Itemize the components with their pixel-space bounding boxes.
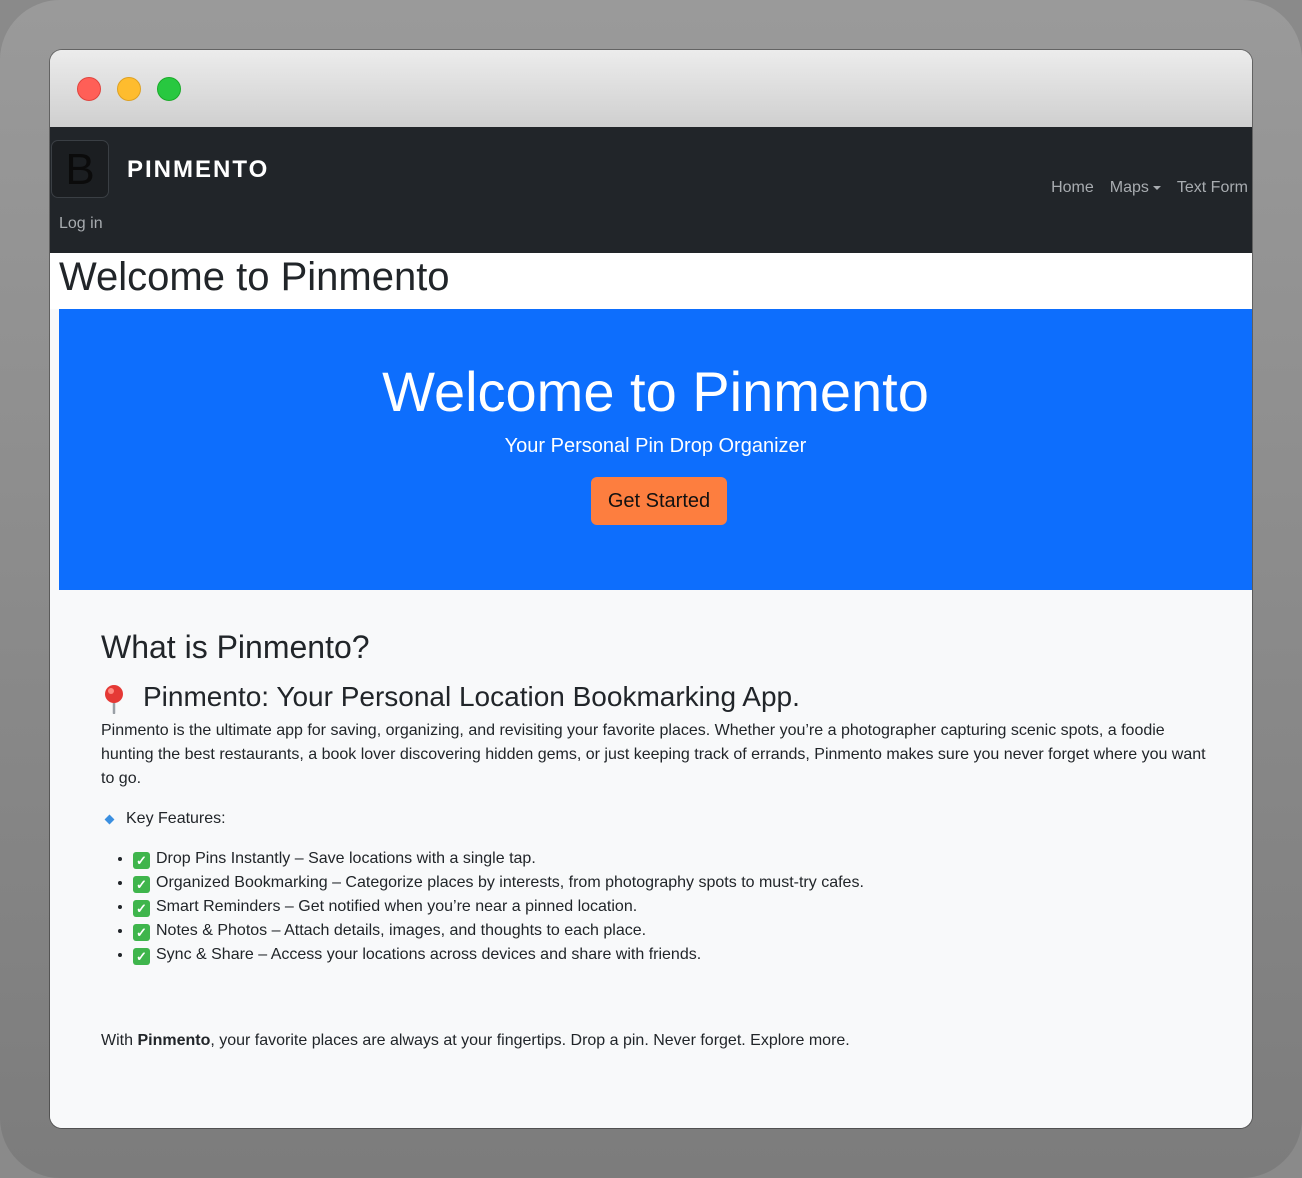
page-title-bar: Welcome to Pinmento [50,253,1252,309]
features-label-row: Key Features: [101,807,1212,831]
about-description: Pinmento is the ultimate app for saving,… [101,722,1206,787]
small-blue-diamond-icon [104,814,115,824]
list-item: ✓ Drop Pins Instantly – Save locations wi… [133,847,1212,871]
feature-text: Sync & Share – Access your locations acr… [156,946,702,963]
main-content: Welcome to Pinmento Welcome to Pinmento … [50,253,1252,1128]
check-mark-button-icon: ✓ [133,924,150,941]
nav-home-link[interactable]: Home [1043,179,1102,197]
nav-maps-label: Maps [1109,179,1149,196]
closing-brand: Pinmento [137,1032,211,1049]
feature-text: Smart Reminders – Get notified when you’… [156,898,638,915]
about-heading: What is Pinmento? [101,629,370,665]
maximize-window-button[interactable] [157,77,181,101]
features-label: Key Features: [126,810,226,827]
browser-window: B PINMENTO Home Maps Text Form Log in We… [50,50,1252,1128]
check-mark-button-icon: ✓ [133,948,150,965]
brand-logo-letter: B [65,145,95,194]
check-mark-button-icon: ✓ [133,876,150,893]
list-item: ✓ Smart Reminders – Get notified when you… [133,895,1212,919]
close-window-button[interactable] [77,77,101,101]
hero-banner: Welcome to Pinmento Your Personal Pin Dr… [59,309,1252,590]
hero-title: Welcome to Pinmento [382,360,929,423]
window-titlebar [50,50,1252,128]
feature-text: Drop Pins Instantly – Save locations wit… [156,850,536,867]
check-mark-button-icon: ✓ [133,852,150,869]
feature-text: Organized Bookmarking – Categorize place… [156,874,864,891]
navbar: B PINMENTO Home Maps Text Form Log in [50,127,1252,253]
about-section: What is Pinmento? Pinmento: Your Persona… [101,629,1212,1049]
closing-prefix: With [101,1032,138,1049]
about-subheading: Pinmento: Your Personal Location Bookmar… [143,681,800,712]
login-link[interactable]: Log in [59,215,103,233]
nav-maps-dropdown[interactable]: Maps [1102,179,1169,197]
list-item: ✓ Notes & Photos – Attach details, images… [133,919,1212,943]
features-list: ✓ Drop Pins Instantly – Save locations wi… [101,847,1212,967]
list-item: ✓ Sync & Share – Access your locations ac… [133,943,1212,967]
check-mark-button-icon: ✓ [133,900,150,917]
brand-name[interactable]: PINMENTO [127,156,269,184]
feature-text: Notes & Photos – Attach details, images,… [156,922,647,939]
get-started-button[interactable]: Get Started [591,477,727,525]
page-title: Welcome to Pinmento [59,255,450,299]
closing-text: With Pinmento, your favorite places are … [101,1029,850,1053]
nav-links: Home Maps Text Form [1043,179,1248,197]
nav-text-form-label: Text Form [1176,179,1248,196]
nav-text-form-link[interactable]: Text Form [1169,179,1248,197]
nav-home-label: Home [1051,179,1094,196]
closing-suffix: , your favorite places are always at you… [210,1032,850,1049]
round-pushpin-icon [105,685,123,714]
brand-logo[interactable]: B [51,140,109,198]
about-subheading-row: Pinmento: Your Personal Location Bookmar… [101,675,1212,719]
hero-subtitle: Your Personal Pin Drop Organizer [504,435,807,457]
caret-down-icon [1152,186,1161,190]
minimize-window-button[interactable] [117,77,141,101]
list-item: ✓ Organized Bookmarking – Categorize plac… [133,871,1212,895]
